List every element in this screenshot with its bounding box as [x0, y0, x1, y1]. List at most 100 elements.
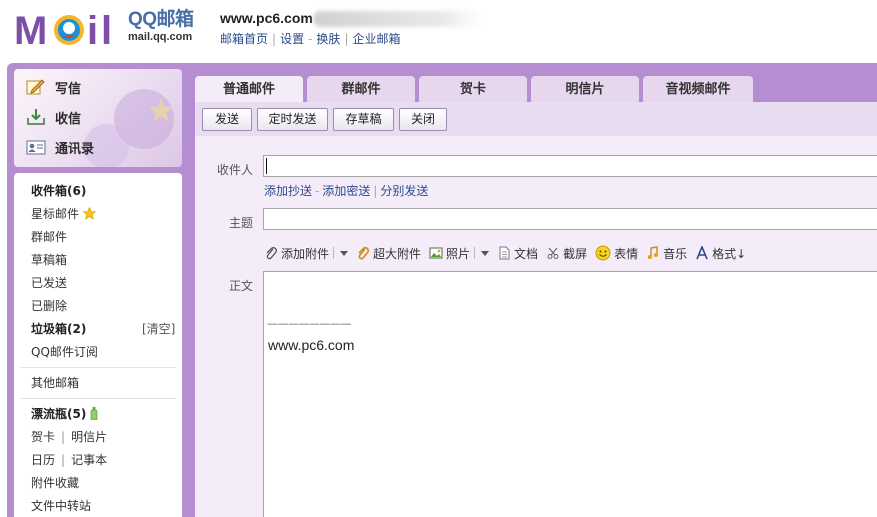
- tab-postcard[interactable]: 明信片: [531, 76, 639, 102]
- folder-starred[interactable]: 星标邮件: [31, 205, 97, 222]
- mail-logo[interactable]: M i l: [14, 6, 124, 50]
- calendar-link[interactable]: 日历: [31, 453, 55, 467]
- divider: [20, 398, 176, 399]
- tab-normal-mail[interactable]: 普通邮件: [195, 76, 303, 102]
- large-attachment-button[interactable]: 超大附件: [356, 245, 421, 262]
- check-mail-button[interactable]: 收信: [26, 105, 81, 129]
- logo-text: QQ邮箱 mail.qq.com: [128, 10, 194, 44]
- enterprise-mail-link[interactable]: 企业邮箱: [352, 32, 400, 46]
- document-label: 文档: [514, 246, 539, 261]
- pair-separator: |: [61, 453, 66, 467]
- tab-greeting-card[interactable]: 贺卡: [419, 76, 527, 102]
- emoticon-label: 表情: [614, 246, 639, 261]
- link-separator: |: [344, 32, 349, 46]
- clear-spam-link[interactable]: [清空]: [142, 320, 175, 337]
- svg-text:i: i: [87, 9, 98, 50]
- recipient-label: 收件人: [216, 163, 253, 177]
- postcard-link[interactable]: 明信片: [71, 430, 107, 444]
- document-icon: [499, 246, 510, 260]
- file-transfer-link[interactable]: 文件中转站: [31, 497, 91, 514]
- large-paperclip-icon: [358, 246, 370, 260]
- chevron-down-icon[interactable]: [481, 250, 490, 256]
- notes-link[interactable]: 记事本: [71, 453, 107, 467]
- send-button[interactable]: 发送: [202, 108, 252, 131]
- change-skin-link[interactable]: 换肤: [316, 32, 340, 46]
- calendar-notes-row: 日历 | 记事本: [31, 451, 107, 468]
- format-text-icon: [696, 246, 708, 260]
- scissors-icon: [547, 247, 559, 259]
- screenshot-button[interactable]: 截屏: [546, 245, 587, 262]
- photo-label: 照片: [446, 246, 471, 261]
- attachment-collection-link[interactable]: 附件收藏: [31, 474, 79, 491]
- signature-text: www.pc6.com: [268, 337, 355, 353]
- format-button[interactable]: 格式↓: [695, 245, 746, 262]
- contacts-label: 通讯录: [55, 141, 95, 157]
- blurred-account-suffix: [313, 11, 483, 27]
- logo-qq-title: QQ邮箱: [128, 9, 194, 30]
- link-separator: |: [272, 32, 277, 46]
- contacts-button[interactable]: 通讯录: [26, 135, 94, 159]
- attachment-toolbar: 添加附件 超大附件 照片 文档 截屏 表情 音乐 格式↓: [264, 244, 754, 262]
- recipient-input[interactable]: [263, 155, 877, 177]
- folder-group-mail[interactable]: 群邮件: [31, 228, 67, 245]
- sidebar-main-actions: 写信 收信 通讯录: [14, 69, 182, 167]
- bottle-icon: [91, 407, 98, 421]
- recipient-links: 添加抄送 - 添加密送 | 分别发送: [264, 182, 428, 199]
- check-mail-label: 收信: [55, 111, 82, 127]
- body-editor[interactable]: [263, 271, 877, 517]
- logo-domain: mail.qq.com: [128, 31, 193, 43]
- add-cc-link[interactable]: 添加抄送: [264, 184, 312, 198]
- account-address: www.pc6.com: [220, 10, 313, 26]
- compose-label: 写信: [55, 81, 82, 97]
- star-icon: [82, 206, 97, 220]
- header-bar: M i l QQ邮箱 mail.qq.com www.pc6.com 邮箱首页 |…: [0, 0, 877, 60]
- large-attachment-label: 超大附件: [373, 246, 422, 261]
- folder-spam[interactable]: 垃圾箱(2): [31, 320, 86, 337]
- separator: [333, 247, 335, 259]
- format-label: 格式↓: [712, 246, 747, 261]
- subject-input[interactable]: [263, 208, 877, 230]
- body-label: 正文: [228, 279, 253, 293]
- text-caret: [266, 158, 267, 174]
- add-attachment-button[interactable]: 添加附件: [264, 245, 349, 262]
- paperclip-icon: [266, 247, 277, 260]
- top-links: 邮箱首页 | 设置 - 换肤 | 企业邮箱: [220, 30, 401, 47]
- separate-send-link[interactable]: 分别发送: [380, 184, 428, 198]
- emoticon-button[interactable]: 表情: [595, 245, 638, 262]
- folder-subscriptions[interactable]: QQ邮件订阅: [31, 343, 98, 360]
- signature-divider: ————————: [267, 317, 352, 330]
- inbox-download-icon: [27, 109, 45, 125]
- card-link[interactable]: 贺卡: [31, 430, 55, 444]
- folder-sent[interactable]: 已发送: [31, 274, 67, 291]
- folder-inbox[interactable]: 收件箱(6): [31, 182, 86, 199]
- document-button[interactable]: 文档: [497, 245, 538, 262]
- svg-text:M: M: [14, 9, 47, 50]
- settings-link[interactable]: 设置: [280, 32, 304, 46]
- add-bcc-link[interactable]: 添加密送: [322, 184, 370, 198]
- chevron-down-icon[interactable]: [340, 250, 349, 256]
- music-label: 音乐: [663, 246, 688, 261]
- save-draft-button[interactable]: 存草稿: [333, 108, 394, 131]
- folder-drafts[interactable]: 草稿箱: [31, 251, 67, 268]
- tab-group-mail[interactable]: 群邮件: [307, 76, 415, 102]
- timed-send-button[interactable]: 定时发送: [257, 108, 328, 131]
- folder-deleted[interactable]: 已删除: [31, 297, 67, 314]
- folder-starred-label: 星标邮件: [31, 207, 80, 221]
- link-separator: -: [308, 32, 313, 46]
- music-button[interactable]: 音乐: [646, 245, 687, 262]
- home-link[interactable]: 邮箱首页: [220, 32, 268, 46]
- tab-av-mail[interactable]: 音视频邮件: [643, 76, 753, 102]
- close-button[interactable]: 关闭: [399, 108, 447, 131]
- photo-icon: [429, 247, 443, 259]
- subject-label: 主题: [228, 216, 253, 230]
- photo-button[interactable]: 照片: [429, 245, 490, 262]
- music-note-icon: [647, 246, 658, 259]
- screenshot-label: 截屏: [563, 246, 588, 261]
- drift-bottle[interactable]: 漂流瓶(5): [31, 405, 98, 422]
- folder-list: 收件箱(6) 星标邮件 群邮件 草稿箱 已发送 已删除 垃圾箱(2) [清空] …: [14, 173, 182, 517]
- drift-bottle-label: 漂流瓶(5): [31, 407, 87, 421]
- compose-button[interactable]: 写信: [26, 75, 81, 99]
- smiley-icon: [595, 245, 611, 261]
- separator: [474, 247, 476, 259]
- folder-other-mailbox[interactable]: 其他邮箱: [31, 374, 79, 391]
